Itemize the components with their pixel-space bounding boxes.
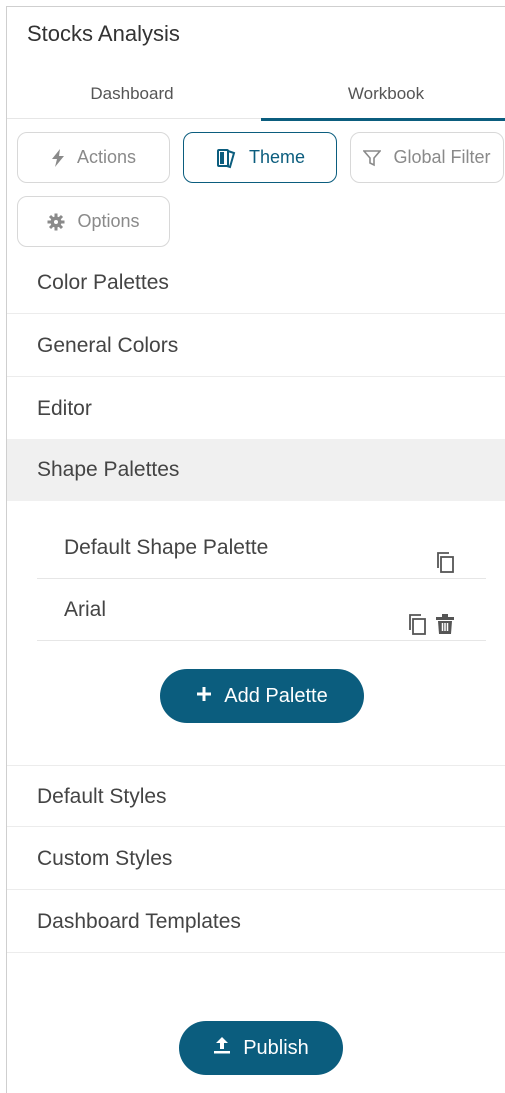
section-shape-palettes[interactable]: Shape Palettes [7,439,505,501]
gear-icon [47,213,65,231]
copy-icon[interactable] [434,536,456,573]
options-button-label: Options [77,211,140,231]
copy-icon[interactable] [406,598,428,635]
lightning-icon [51,148,65,167]
upload-icon [213,1035,231,1061]
global-filter-button-label: Global Filter [393,147,491,167]
publish-label: Publish [243,1036,309,1059]
section-default-styles[interactable]: Default Styles [7,765,505,827]
palette-name: Default Shape Palette [64,536,269,559]
list-item[interactable]: Default Shape Palette [37,517,486,579]
trash-icon[interactable] [434,598,456,634]
options-button[interactable]: Options [17,196,170,247]
theme-button[interactable]: Theme [183,132,337,183]
publish-button[interactable]: Publish [179,1021,343,1075]
section-color-palettes[interactable]: Color Palettes [7,252,505,314]
tab-bar: Dashboard Workbook [7,69,505,121]
global-filter-button[interactable]: Global Filter [350,132,504,183]
tab-workbook[interactable]: Workbook [261,69,505,121]
filter-icon [363,149,382,167]
palette-name: Arial [64,598,107,621]
theme-button-label: Theme [248,147,306,167]
plus-icon [196,685,212,708]
add-palette-button[interactable]: Add Palette [160,669,364,723]
theme-panel: Stocks Analysis Dashboard Workbook Actio… [6,6,505,1093]
section-dashboard-templates[interactable]: Dashboard Templates [7,891,505,953]
section-general-colors[interactable]: General Colors [7,315,505,377]
list-item[interactable]: Arial [37,579,486,641]
theme-icon [215,147,237,169]
actions-button[interactable]: Actions [17,132,170,183]
section-editor[interactable]: Editor [7,378,505,440]
page-title: Stocks Analysis [27,21,180,46]
tab-dashboard[interactable]: Dashboard [7,69,257,119]
add-palette-label: Add Palette [224,684,328,707]
section-custom-styles[interactable]: Custom Styles [7,828,505,890]
actions-button-label: Actions [76,147,137,167]
